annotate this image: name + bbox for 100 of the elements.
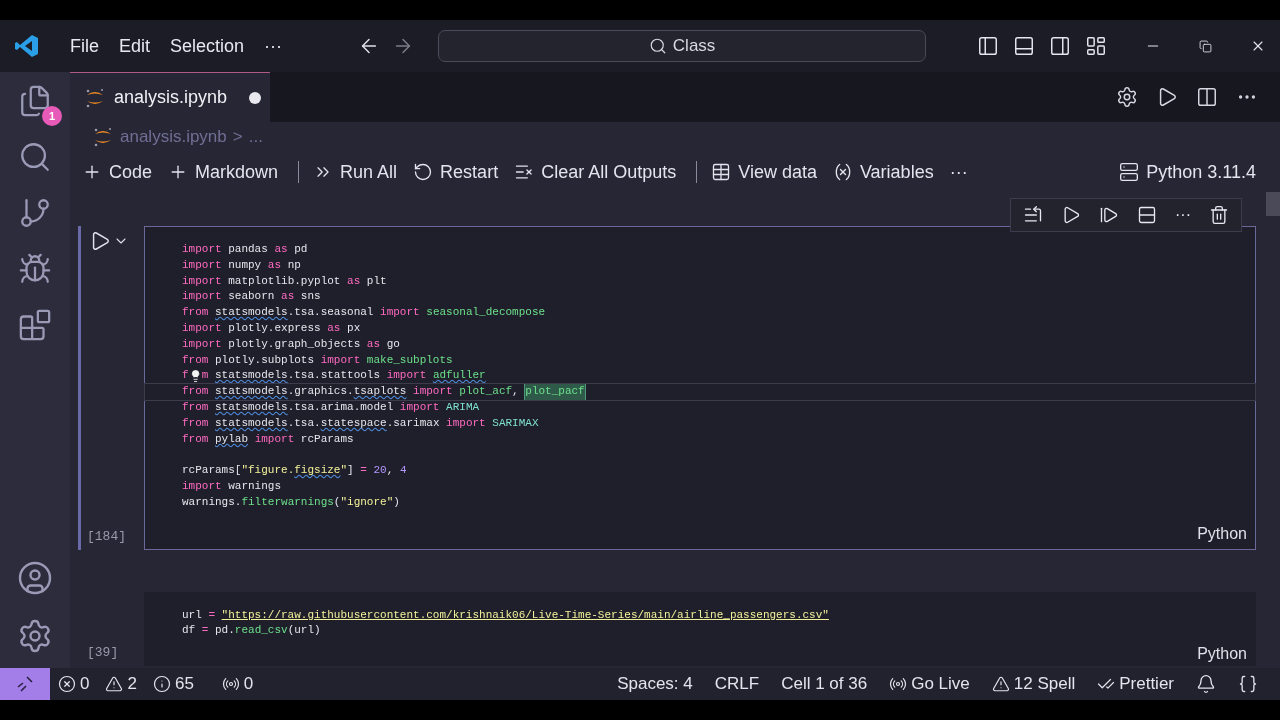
code-token: statsmodels: [215, 368, 288, 384]
code-token: ": [340, 463, 348, 479]
scrollbar-thumb[interactable]: [1266, 192, 1280, 216]
code-token: seasonal_decompose: [426, 305, 546, 321]
status-item[interactable]: 0: [50, 674, 98, 694]
code-token: f: [182, 368, 189, 384]
code-cell[interactable]: [144, 226, 1256, 550]
code-token: ]: [347, 463, 355, 479]
code-token: (url): [287, 623, 321, 639]
code-token: as: [274, 242, 289, 257]
code-token: import: [446, 415, 487, 431]
clear-outputs-button[interactable]: Clear All Outputs: [514, 161, 689, 183]
code-token: read_csv: [234, 623, 288, 639]
status-item[interactable]: Cell 1 of 36: [773, 674, 876, 694]
code-token: import: [412, 384, 454, 400]
code-cell[interactable]: url = "https://raw.githubusercontent.com/krishnaik06/Live-Time-Series/main/airline_passengers.csv" df = pd.read_csv(url) Python: [144, 591, 1256, 667]
search-icon[interactable]: [18, 140, 52, 174]
notebook-icon: [84, 86, 106, 109]
status-item[interactable]: Go Live: [881, 674, 978, 694]
code-token: =: [201, 623, 210, 639]
search-text: Class: [672, 36, 716, 56]
account-icon[interactable]: [17, 560, 53, 596]
code-token: .sarimax: [386, 415, 441, 431]
variables-button[interactable]: Variables: [832, 161, 946, 183]
code-token: plot_pacf: [525, 384, 585, 400]
menu-item[interactable]: Edit: [109, 35, 161, 57]
add-button[interactable]: Code: [82, 161, 165, 183]
menu-item[interactable]: ···: [254, 35, 293, 57]
status-item[interactable]: 2: [97, 674, 145, 694]
add-button[interactable]: Markdown: [168, 161, 291, 183]
restart-icon: [413, 162, 434, 182]
code-token: statsmodels: [215, 305, 288, 321]
code-token: url: [182, 607, 203, 623]
server-icon: [1119, 162, 1140, 182]
delete-icon[interactable]: [1209, 205, 1229, 225]
code-token: import: [380, 305, 421, 321]
code-token: import: [399, 399, 441, 415]
table-icon: [711, 162, 732, 182]
restore-icon[interactable]: [1199, 39, 1212, 53]
code-token: plotly.subplots: [215, 352, 316, 368]
code-token: plotly.graph_objects: [228, 336, 362, 352]
app-logo-icon: [14, 33, 40, 59]
search-icon: [648, 37, 667, 55]
run-all-button[interactable]: Run All: [313, 161, 410, 183]
code-token: .tsa.: [287, 415, 321, 431]
code-token: statespace: [320, 415, 387, 431]
broadcast-icon: [221, 675, 240, 693]
code-token: "figure.: [241, 463, 295, 479]
split-cell-icon[interactable]: [1137, 205, 1157, 225]
menu-item[interactable]: File: [60, 35, 109, 57]
cell-language[interactable]: Python: [1197, 524, 1255, 543]
status-item[interactable]: Prettier: [1089, 674, 1182, 694]
panel-left-icon[interactable]: [977, 35, 999, 57]
more-button[interactable]: ···: [1175, 206, 1191, 224]
code-token: import: [182, 273, 223, 289]
status-item[interactable]: 65: [144, 674, 202, 694]
code-token: import: [320, 352, 362, 368]
braces-icon[interactable]: [1238, 674, 1258, 694]
code-token: .tsa.arima.model: [287, 399, 395, 415]
bell-icon[interactable]: [1196, 674, 1216, 694]
code-token: from: [182, 415, 210, 431]
code-token: pd.: [215, 623, 235, 639]
code-token: m: [201, 368, 210, 384]
run-below-icon[interactable]: [1099, 205, 1119, 225]
status-item[interactable]: 0: [213, 674, 262, 694]
code-token: ARIMA: [446, 399, 480, 415]
menu-item[interactable]: Selection: [160, 35, 255, 57]
layout-icon[interactable]: [1085, 35, 1107, 57]
code-token: import: [182, 257, 223, 273]
code-token: ,: [386, 463, 395, 479]
kernel-button[interactable]: Python 3.11.4: [1119, 161, 1268, 183]
cell-language[interactable]: Python: [1197, 645, 1255, 664]
code-token: from: [182, 384, 210, 400]
code-token: import: [182, 289, 223, 305]
run-debug-icon[interactable]: [18, 252, 52, 286]
code-token: "ignore": [340, 494, 394, 510]
code-token: go: [386, 336, 400, 352]
settings-icon[interactable]: [1116, 86, 1138, 108]
code-token: SARIMAX: [492, 415, 539, 431]
view-data-button[interactable]: View data: [711, 161, 829, 183]
code-token: (: [333, 494, 341, 510]
search-field[interactable]: Class: [438, 30, 927, 62]
code-token: import: [182, 336, 223, 352]
restart-button[interactable]: Restart: [413, 161, 511, 183]
code-token: figsize: [294, 463, 341, 479]
status-item[interactable]: CRLF: [706, 674, 768, 694]
code-token: .tsa.stattools: [287, 368, 382, 384]
status-item[interactable]: Spaces: 4: [609, 674, 701, 694]
panel-right-icon[interactable]: [1049, 35, 1071, 57]
extensions-icon[interactable]: [18, 308, 52, 342]
more-button[interactable]: ···: [949, 161, 980, 183]
execution-count: [39]: [86, 645, 119, 661]
source-control-icon[interactable]: [18, 196, 52, 230]
run-by-line-icon[interactable]: [1023, 205, 1043, 225]
code-token: np: [287, 257, 301, 273]
panel-bottom-icon[interactable]: [1013, 35, 1035, 57]
editor-tab[interactable]: analysis.ipynb: [70, 72, 270, 122]
code-link[interactable]: "https://raw.githubusercontent.com/krishnaik06/Live-Time-Series/main/airline_passengers.csv": [221, 607, 829, 624]
split-editor-icon[interactable]: [1196, 86, 1218, 108]
status-item[interactable]: 12 Spell: [983, 674, 1084, 694]
